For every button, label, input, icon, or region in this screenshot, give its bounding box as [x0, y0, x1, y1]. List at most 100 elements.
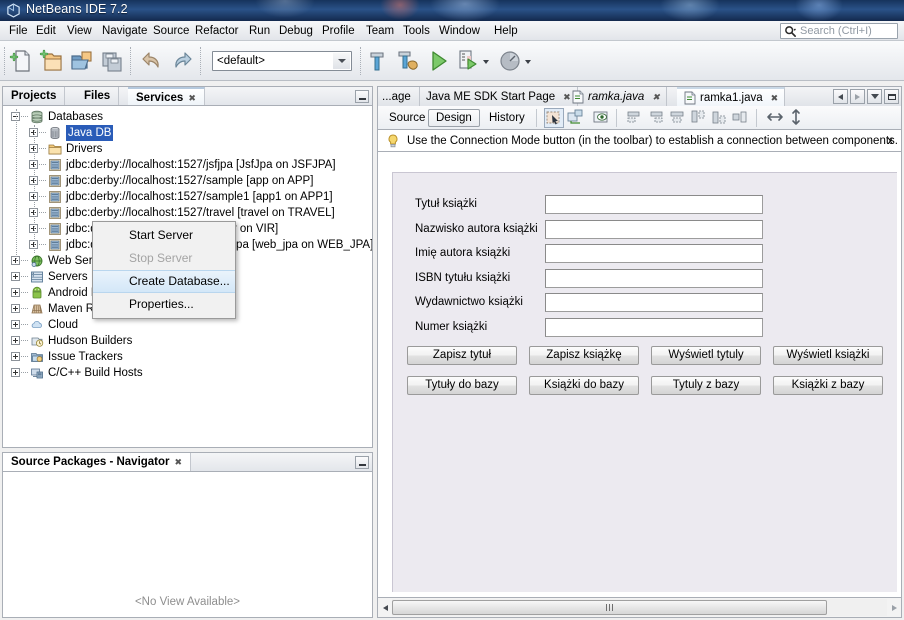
- tree-node-cloud[interactable]: Cloud: [3, 317, 372, 333]
- menu-view[interactable]: View: [62, 24, 97, 39]
- form-input-5[interactable]: [545, 318, 763, 337]
- form-input-0[interactable]: [545, 195, 763, 214]
- maximize-editor-button[interactable]: [884, 89, 899, 104]
- profile-project-icon[interactable]: [496, 47, 524, 75]
- form-button-row2-3[interactable]: Książki z bazy: [773, 376, 883, 395]
- expand-icon[interactable]: [11, 352, 20, 361]
- selection-mode-icon[interactable]: [544, 108, 564, 128]
- align-bottom-icon[interactable]: [710, 108, 730, 128]
- close-icon[interactable]: ✖: [652, 87, 660, 107]
- align-left-icon[interactable]: [626, 108, 646, 128]
- open-project-icon[interactable]: [68, 47, 96, 75]
- menu-window[interactable]: Window: [434, 24, 485, 39]
- java-db-context-menu[interactable]: Start Server Stop Server Create Database…: [92, 221, 236, 319]
- tab-list-dropdown-button[interactable]: [867, 89, 882, 104]
- form-button-row1-1[interactable]: Zapisz książkę: [529, 346, 639, 365]
- tree-node-hudson[interactable]: Hudson Builders: [3, 333, 372, 349]
- menu-debug[interactable]: Debug: [274, 24, 318, 39]
- scroll-tabs-left-button[interactable]: [833, 89, 848, 104]
- design-canvas[interactable]: Tytuł książki Nazwisko autora książki Imię…: [377, 152, 902, 598]
- expand-icon[interactable]: [11, 272, 20, 281]
- build-project-icon[interactable]: [364, 47, 392, 75]
- scrollbar-track[interactable]: [392, 599, 887, 616]
- context-menu-create-database[interactable]: Create Database...: [93, 270, 235, 293]
- editor-tab-start-page-truncated[interactable]: ...age: [378, 87, 420, 107]
- view-tab-source[interactable]: Source: [382, 109, 432, 127]
- view-tab-design[interactable]: Design: [428, 109, 480, 127]
- tree-node-drivers[interactable]: Drivers: [3, 141, 372, 157]
- scroll-left-arrow-icon[interactable]: [378, 599, 392, 617]
- form-input-1[interactable]: [545, 219, 763, 239]
- menu-team[interactable]: Team: [361, 24, 399, 39]
- tree-node-javadb[interactable]: Java DB: [3, 125, 372, 141]
- expand-icon[interactable]: [11, 368, 20, 377]
- expand-icon[interactable]: [11, 288, 20, 297]
- menu-edit[interactable]: Edit: [31, 24, 61, 39]
- expand-icon[interactable]: [11, 336, 20, 345]
- minimize-window-button[interactable]: [355, 90, 369, 103]
- profile-dropdown-icon[interactable]: [522, 47, 534, 75]
- editor-tab-ramka-java[interactable]: ramka.java ✖: [565, 87, 667, 107]
- menu-refactor[interactable]: Refactor: [190, 24, 243, 39]
- form-button-row2-2[interactable]: Tytuly z bazy: [651, 376, 761, 395]
- close-icon[interactable]: ✖: [188, 93, 196, 103]
- align-top-icon[interactable]: [689, 108, 709, 128]
- tree-node-jdbc-app1[interactable]: jdbc:derby://localhost:1527/sample1 [app…: [3, 189, 372, 205]
- debug-project-icon[interactable]: [454, 47, 482, 75]
- run-project-icon[interactable]: [424, 47, 452, 75]
- design-horizontal-scrollbar[interactable]: [377, 598, 902, 618]
- editor-tab-java-me-sdk-start-page[interactable]: Java ME SDK Start Page ✖: [420, 87, 578, 107]
- align-right-icon[interactable]: [647, 108, 667, 128]
- save-all-icon[interactable]: [98, 47, 126, 75]
- tab-projects[interactable]: Projects: [3, 87, 66, 106]
- align-center-v-icon[interactable]: [731, 108, 751, 128]
- search-box[interactable]: Search (Ctrl+I): [780, 23, 898, 39]
- tab-navigator[interactable]: Source Packages - Navigator ✖: [3, 453, 192, 472]
- debug-dropdown-icon[interactable]: [480, 47, 492, 75]
- tree-node-issues[interactable]: Issue Trackers: [3, 349, 372, 365]
- minimize-navigator-button[interactable]: [355, 456, 369, 469]
- scroll-right-arrow-icon[interactable]: [887, 599, 901, 617]
- form-input-2[interactable]: [545, 244, 763, 264]
- menu-help[interactable]: Help: [489, 24, 523, 39]
- menu-profile[interactable]: Profile: [317, 24, 360, 39]
- menu-tools[interactable]: Tools: [398, 24, 435, 39]
- tree-node-cpp[interactable]: C/C++ Build Hosts: [3, 365, 372, 381]
- form-button-row1-2[interactable]: Wyświetl tytuly: [651, 346, 761, 365]
- context-menu-start-server[interactable]: Start Server: [93, 224, 235, 247]
- view-tab-history[interactable]: History: [482, 109, 532, 127]
- menu-file[interactable]: File: [4, 24, 33, 39]
- expand-icon[interactable]: [11, 320, 20, 329]
- undo-icon[interactable]: [138, 47, 166, 75]
- resize-horizontal-icon[interactable]: [766, 108, 786, 128]
- scrollbar-thumb[interactable]: [392, 600, 827, 615]
- close-icon[interactable]: ✖: [175, 457, 183, 467]
- tree-node-jdbc-jsfjpa[interactable]: jdbc:derby://localhost:1527/jsfjpa [JsfJ…: [3, 157, 372, 173]
- tab-files[interactable]: Files: [76, 87, 120, 106]
- menu-source[interactable]: Source: [148, 24, 194, 39]
- editor-tab-ramka1-java[interactable]: ramka1.java ✖: [677, 87, 786, 107]
- form-button-row2-1[interactable]: Książki do bazy: [529, 376, 639, 395]
- align-center-h-icon[interactable]: [668, 108, 688, 128]
- resize-vertical-icon[interactable]: [787, 108, 807, 128]
- form-input-4[interactable]: [545, 293, 763, 313]
- form-button-row2-0[interactable]: Tytuły do bazy: [407, 376, 517, 395]
- form-input-3[interactable]: [545, 268, 763, 288]
- preview-design-icon[interactable]: [592, 108, 612, 128]
- tree-node-databases[interactable]: Databases: [3, 109, 372, 125]
- tree-node-jdbc-app[interactable]: jdbc:derby://localhost:1527/sample [app …: [3, 173, 372, 189]
- form-button-row1-3[interactable]: Wyświetl książki: [773, 346, 883, 365]
- hint-close-icon[interactable]: x: [888, 135, 894, 147]
- tree-node-jdbc-travel[interactable]: jdbc:derby://localhost:1527/travel [trav…: [3, 205, 372, 221]
- context-menu-properties[interactable]: Properties...: [93, 293, 235, 316]
- menu-navigate[interactable]: Navigate: [97, 24, 152, 39]
- close-icon[interactable]: ✖: [771, 89, 779, 107]
- redo-icon[interactable]: [168, 47, 196, 75]
- scroll-tabs-right-button[interactable]: [850, 89, 865, 104]
- menu-run[interactable]: Run: [244, 24, 275, 39]
- new-file-icon[interactable]: [8, 47, 36, 75]
- project-configuration-combo[interactable]: <default>: [212, 51, 352, 71]
- new-project-icon[interactable]: [38, 47, 66, 75]
- form-preview-panel[interactable]: Tytuł książki Nazwisko autora książki Imię…: [392, 172, 897, 592]
- clean-build-icon[interactable]: [394, 47, 422, 75]
